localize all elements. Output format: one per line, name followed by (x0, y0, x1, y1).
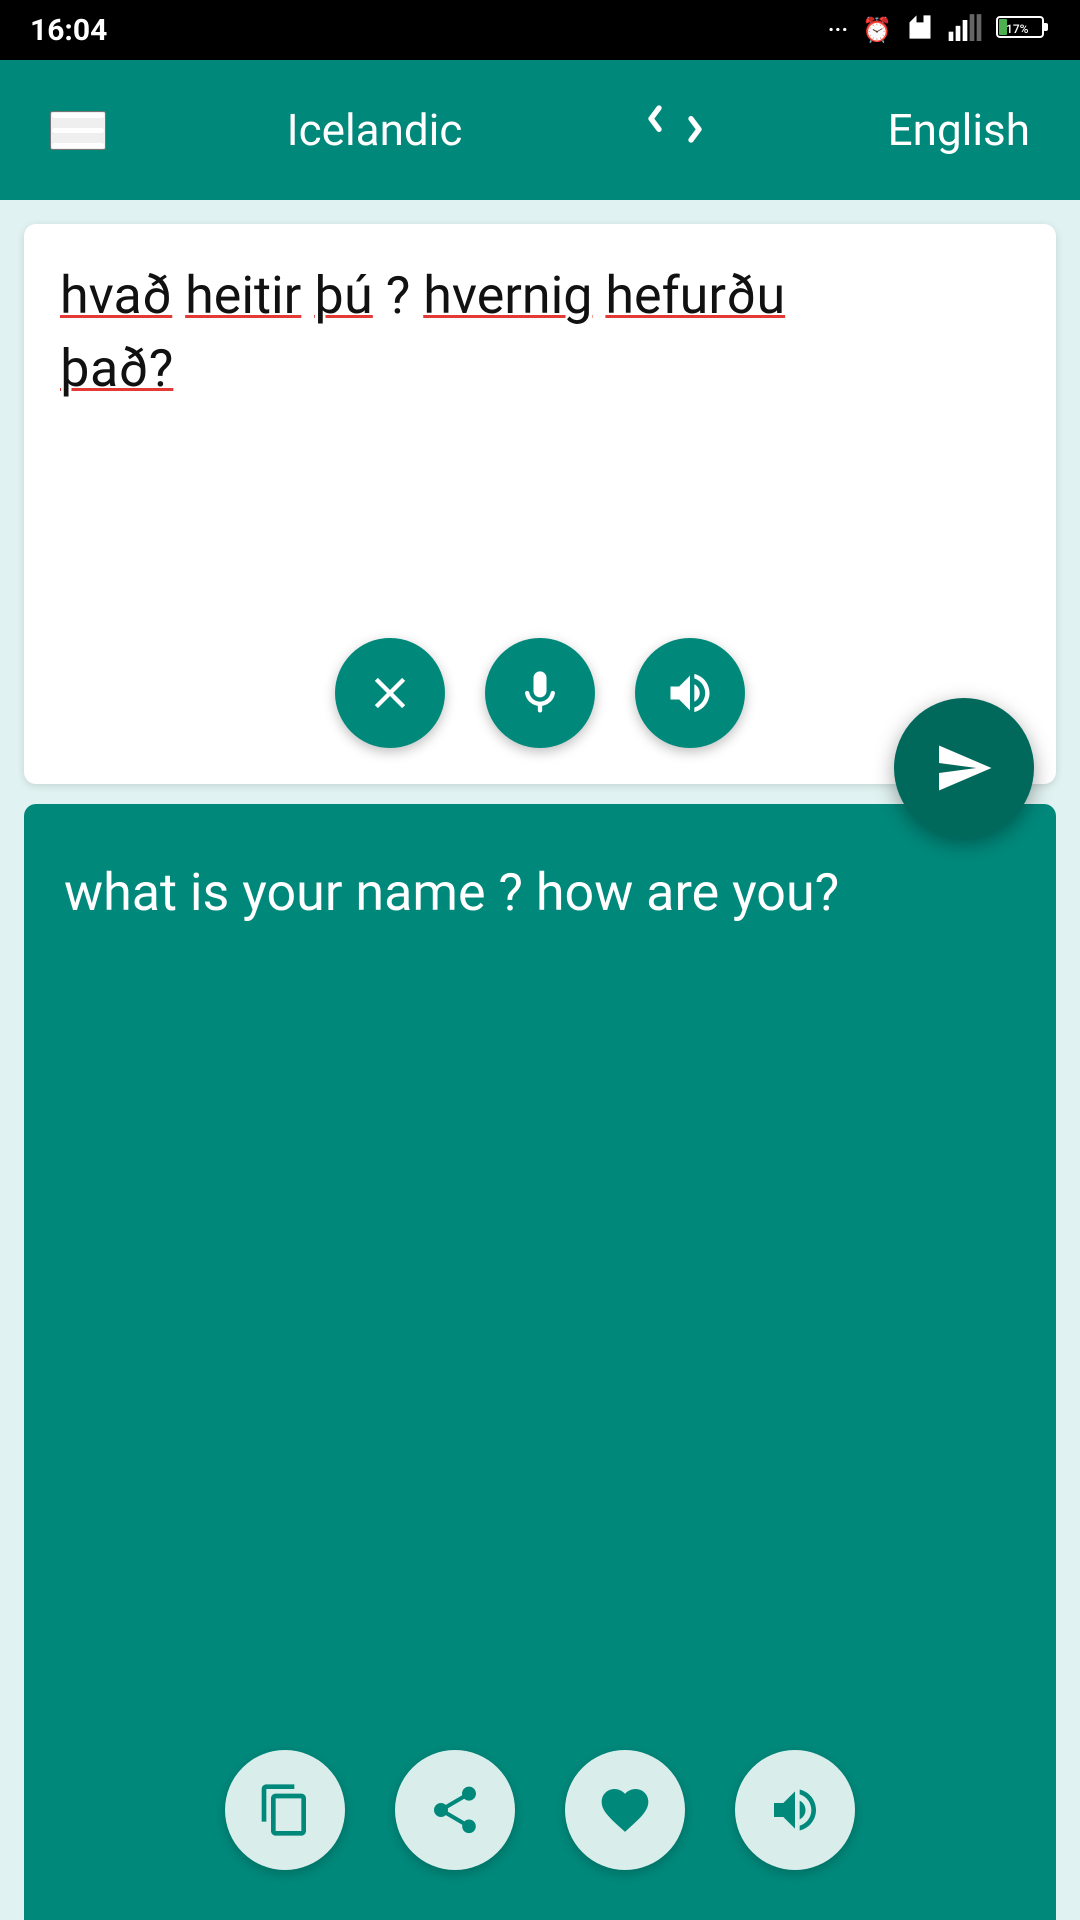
word-hefurðu: hefurðu (605, 265, 785, 326)
svg-text:17%: 17% (1006, 22, 1029, 36)
translate-button[interactable] (894, 698, 1034, 838)
signal-icon (948, 13, 982, 47)
source-wrapper: hvað heitir þú ? hvernig hefurðu það? (0, 200, 1080, 784)
status-bar: 16:04 ··· ⏰ 17% (0, 0, 1080, 60)
dots-icon: ··· (828, 16, 848, 44)
microphone-button[interactable] (485, 638, 595, 748)
content-area: hvað heitir þú ? hvernig hefurðu það? (0, 200, 1080, 1920)
word-heitir: heitir (185, 265, 301, 326)
source-text[interactable]: hvað heitir þú ? hvernig hefurðu það? (60, 260, 1020, 406)
sim-icon (906, 13, 934, 47)
speak-source-button[interactable] (635, 638, 745, 748)
alarm-icon: ⏰ (862, 16, 892, 44)
word-þú: þú (314, 265, 373, 326)
source-panel: hvað heitir þú ? hvernig hefurðu það? (24, 224, 1056, 784)
battery-icon: 17% (996, 13, 1050, 47)
share-button[interactable] (395, 1750, 515, 1870)
translated-panel: what is your name ? how are you? (24, 804, 1056, 1920)
source-language-label[interactable]: Icelandic (287, 104, 463, 156)
translated-text: what is your name ? how are you? (64, 854, 1016, 932)
status-icons: ··· ⏰ 17% (828, 13, 1050, 47)
source-actions (335, 638, 745, 748)
swap-languages-button[interactable] (643, 97, 707, 164)
menu-button[interactable] (50, 111, 106, 150)
speak-translation-button[interactable] (735, 1750, 855, 1870)
word-það: það? (60, 338, 173, 399)
word-hvad: hvað (60, 265, 172, 326)
translated-actions (225, 1750, 855, 1870)
status-time: 16:04 (30, 13, 107, 48)
favorite-button[interactable] (565, 1750, 685, 1870)
word-hvernig: hvernig (423, 265, 592, 326)
copy-button[interactable] (225, 1750, 345, 1870)
clear-button[interactable] (335, 638, 445, 748)
target-language-label[interactable]: English (888, 104, 1030, 156)
toolbar: Icelandic English (0, 60, 1080, 200)
